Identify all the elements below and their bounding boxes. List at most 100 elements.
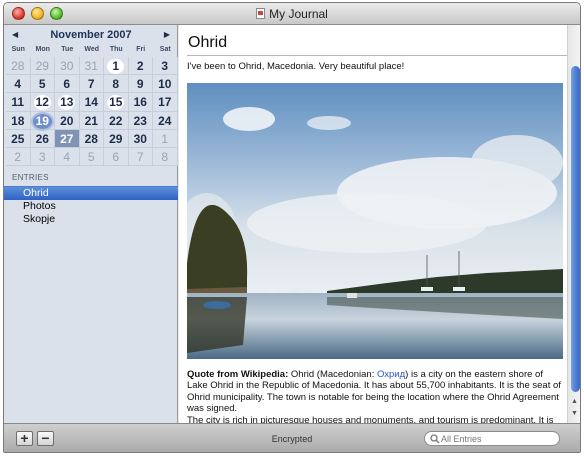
calendar-day-number: 23 <box>133 113 147 128</box>
calendar-day[interactable]: 23 <box>128 111 153 130</box>
calendar-day[interactable]: 16 <box>128 93 153 112</box>
entry-list-item[interactable]: Ohrid <box>4 186 178 200</box>
calendar-day-number: 26 <box>35 131 49 146</box>
calendar-day[interactable]: 21 <box>79 111 104 130</box>
entry-body-text[interactable]: I've been to Ohrid, Macedonia. Very beau… <box>187 61 563 73</box>
calendar-day-number: 29 <box>109 131 123 146</box>
entry-list-item[interactable]: Skopje <box>4 213 178 227</box>
weekday-label: Tue <box>61 46 74 53</box>
weekday-label: Sat <box>159 46 171 53</box>
calendar-day[interactable]: 15 <box>104 93 129 112</box>
calendar-day-number: 30 <box>60 59 74 73</box>
calendar-day[interactable]: 3 <box>30 147 55 167</box>
calendar-day-number: 25 <box>11 131 25 146</box>
calendar-day[interactable]: 29 <box>30 57 55 76</box>
calendar-day-number: 1 <box>161 131 169 146</box>
sidebar: ◀ November 2007 ▶ Sun Mon Tue Wed Thu Fri Sat … <box>4 25 178 423</box>
entry-title[interactable]: Ohrid <box>188 34 227 52</box>
calendar-day-number: 12 <box>33 95 51 111</box>
entry-list-item[interactable]: Photos <box>4 200 178 214</box>
document-icon <box>256 8 266 19</box>
calendar-day[interactable]: 27 <box>55 129 80 148</box>
calendar-day-number: 28 <box>84 131 98 146</box>
calendar-day-number: 5 <box>38 77 46 92</box>
calendar-day-number: 9 <box>136 77 144 92</box>
calendar-day-number: 2 <box>136 59 144 73</box>
scroll-down-icon[interactable]: ▼ <box>571 410 578 417</box>
calendar-grid: 28 29 30 31 1 2 3 4 5 6 7 8 9 10 11 12 13 14 15 16 17 18 19 20 2… <box>6 57 178 167</box>
wikipedia-quote[interactable]: Quote from Wikipedia: Ohrid (Macedonian:… <box>187 369 563 426</box>
calendar-day[interactable]: 19 <box>30 111 55 130</box>
weekday-label: Fri <box>136 46 146 53</box>
quote-link[interactable]: Охрид <box>377 369 405 380</box>
calendar-day[interactable]: 29 <box>104 129 129 148</box>
calendar-day[interactable]: 31 <box>79 57 104 76</box>
calendar-day-number: 31 <box>84 59 98 73</box>
calendar-day[interactable]: 18 <box>6 111 31 130</box>
calendar-day[interactable]: 8 <box>153 147 178 167</box>
lake-photo <box>187 83 563 359</box>
calendar-day[interactable]: 7 <box>79 75 104 94</box>
calendar-day-number: 11 <box>11 95 25 110</box>
calendar-day-number: 10 <box>158 77 172 92</box>
calendar-day[interactable]: 25 <box>6 129 31 148</box>
calendar-day[interactable]: 26 <box>30 129 55 148</box>
calendar-day[interactable]: 24 <box>153 111 178 130</box>
scroll-thumb[interactable] <box>571 66 580 392</box>
calendar-day[interactable]: 2 <box>6 147 31 167</box>
calendar-day[interactable]: 5 <box>30 75 55 94</box>
scroll-up-icon[interactable]: ▲ <box>571 398 578 405</box>
calendar-header: ◀ November 2007 ▶ <box>4 27 178 45</box>
entry-content: Ohrid I've been to Ohrid, Macedonia. Ver… <box>179 25 580 426</box>
calendar-day[interactable]: 4 <box>55 147 80 167</box>
title-bar: My Journal <box>4 3 580 25</box>
calendar-weekdays: Sun Mon Tue Wed Thu Fri Sat <box>6 46 178 53</box>
calendar-day-number: 19 <box>32 113 52 129</box>
calendar-day-number: 14 <box>84 95 98 110</box>
calendar-day[interactable]: 30 <box>55 57 80 76</box>
window-title: My Journal <box>269 7 328 21</box>
calendar-day[interactable]: 11 <box>6 93 31 112</box>
calendar-day[interactable]: 12 <box>30 93 55 112</box>
weekday-label: Thu <box>109 46 123 53</box>
calendar-day[interactable]: 7 <box>128 147 153 167</box>
calendar-day[interactable]: 1 <box>104 57 129 76</box>
search-input[interactable] <box>441 433 553 444</box>
calendar-day[interactable]: 6 <box>104 147 129 167</box>
calendar-day-number: 20 <box>60 113 74 128</box>
calendar-day[interactable]: 5 <box>79 147 104 167</box>
calendar-day-number: 7 <box>87 77 95 92</box>
window-title-area: My Journal <box>4 7 580 21</box>
calendar-day-number: 30 <box>133 131 147 146</box>
search-icon <box>430 434 440 444</box>
calendar-day[interactable]: 1 <box>153 129 178 148</box>
calendar-day[interactable]: 2 <box>128 57 153 76</box>
search-field[interactable] <box>424 431 560 446</box>
calendar-day-number: 8 <box>161 149 169 164</box>
calendar-day[interactable]: 28 <box>6 57 31 76</box>
calendar-day-number: 17 <box>158 95 172 110</box>
calendar-day-number: 8 <box>112 77 120 92</box>
calendar-day[interactable]: 6 <box>55 75 80 94</box>
next-month-icon[interactable]: ▶ <box>164 30 170 39</box>
calendar-day[interactable]: 10 <box>153 75 178 94</box>
calendar-day[interactable]: 30 <box>128 129 153 148</box>
calendar-day[interactable]: 20 <box>55 111 80 130</box>
calendar-day[interactable]: 17 <box>153 93 178 112</box>
bottom-toolbar: + − Encrypted <box>4 423 580 452</box>
calendar-day[interactable]: 14 <box>79 93 104 112</box>
calendar-day[interactable]: 4 <box>6 75 31 94</box>
calendar-day[interactable]: 9 <box>128 75 153 94</box>
calendar-day-number: 6 <box>63 77 71 92</box>
calendar-day-number: 6 <box>112 149 120 164</box>
calendar-day-number: 29 <box>35 59 49 73</box>
calendar-day[interactable]: 13 <box>55 93 80 112</box>
quote-text-start: Ohrid (Macedonian: <box>288 369 377 380</box>
calendar-day[interactable]: 8 <box>104 75 129 94</box>
vertical-scrollbar[interactable]: ▲ ▼ <box>567 25 580 423</box>
calendar-day-number: 3 <box>161 59 169 73</box>
calendar-day[interactable]: 22 <box>104 111 129 130</box>
journal-window: My Journal ◀ November 2007 ▶ Sun Mon Tue We… <box>3 2 581 453</box>
calendar-day[interactable]: 3 <box>153 57 178 76</box>
calendar-day[interactable]: 28 <box>79 129 104 148</box>
